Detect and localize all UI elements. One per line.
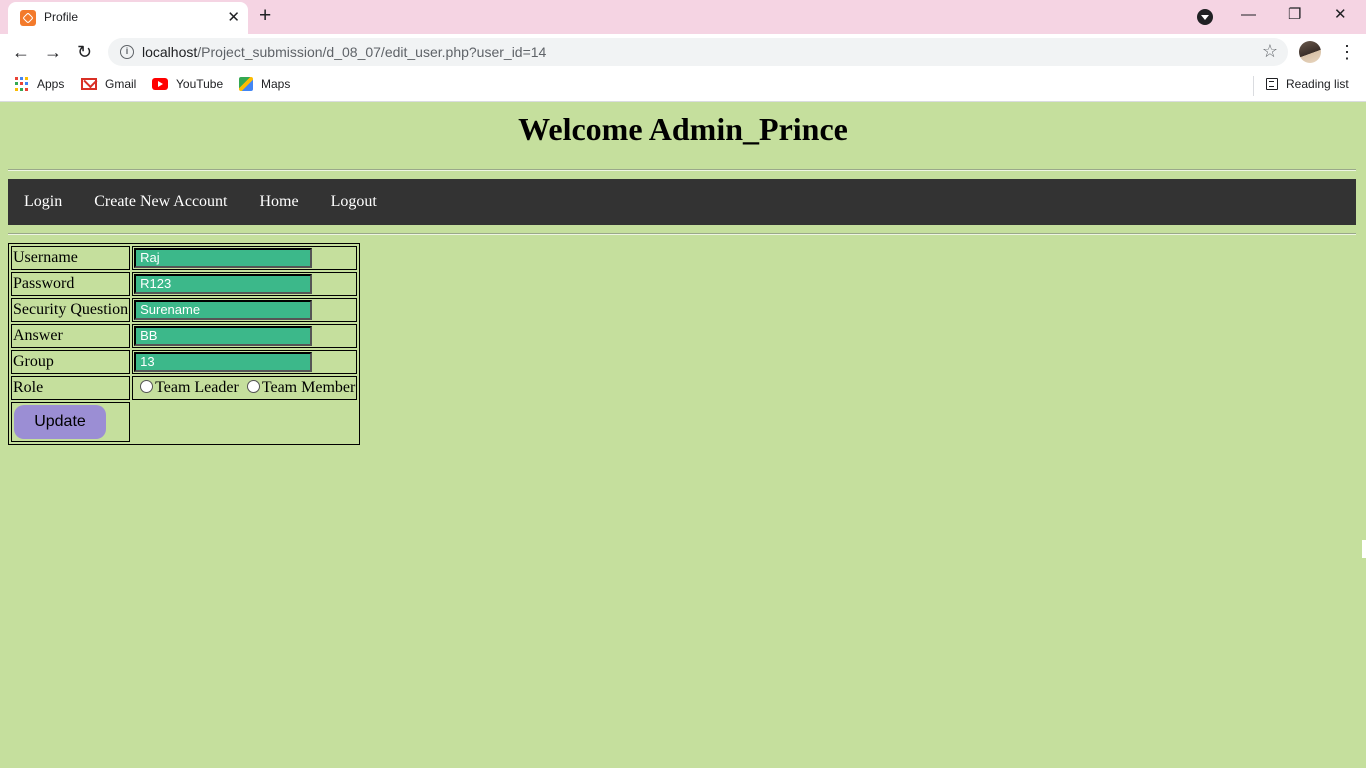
tab-strip: Profile ✕ + — ❐ ✕: [0, 0, 1366, 34]
update-button[interactable]: Update: [14, 405, 106, 439]
answer-label: Answer: [11, 324, 131, 348]
tab-title: Profile: [44, 10, 79, 24]
address-bar[interactable]: i localhost/Project_submission/d_08_07/e…: [108, 38, 1288, 66]
minimize-button[interactable]: —: [1241, 5, 1256, 25]
url-text[interactable]: localhost/Project_submission/d_08_07/edi…: [142, 44, 546, 60]
team-member-radio[interactable]: [246, 380, 260, 393]
bookmarks-bar: Apps Gmail YouTube Maps Reading list: [0, 70, 1366, 102]
team-leader-label: Team Leader: [155, 379, 239, 396]
bookmark-star-icon[interactable]: ☆: [1262, 41, 1278, 62]
browser-menu-icon[interactable]: ⋮: [1338, 40, 1356, 64]
team-member-label: Team Member: [261, 379, 356, 396]
username-label: Username: [11, 246, 131, 270]
youtube-icon: [152, 78, 168, 90]
top-divider: [8, 169, 1356, 171]
answer-input[interactable]: BB: [134, 326, 313, 346]
browser-tab[interactable]: Profile ✕: [8, 2, 248, 34]
team-leader-radio[interactable]: [140, 380, 154, 393]
security-question-input[interactable]: Surename: [134, 300, 313, 320]
nav-create-account[interactable]: Create New Account: [78, 179, 243, 225]
nav-home[interactable]: Home: [244, 179, 315, 225]
nav-login[interactable]: Login: [8, 179, 78, 225]
security-question-row: Security Question Surename: [11, 298, 358, 322]
forward-arrow-icon[interactable]: →: [44, 40, 62, 64]
password-row: Password R123: [11, 272, 358, 296]
maps-icon: [239, 77, 253, 91]
security-question-label: Security Question: [11, 298, 131, 322]
group-row: Group 13: [11, 350, 358, 374]
scrollbar-thumb[interactable]: [1362, 540, 1366, 558]
reload-icon[interactable]: ↻: [77, 40, 92, 64]
page-title: Welcome Admin_Prince: [518, 111, 848, 147]
back-arrow-icon[interactable]: ←: [12, 40, 30, 64]
bookmark-apps[interactable]: Apps: [15, 77, 64, 91]
tab-close-icon[interactable]: ✕: [227, 8, 240, 28]
submit-row: Update: [11, 402, 357, 442]
password-label: Password: [11, 272, 131, 296]
group-input[interactable]: 13: [134, 352, 313, 372]
profile-avatar[interactable]: [1299, 41, 1321, 63]
nav-logout[interactable]: Logout: [315, 179, 393, 225]
restore-button[interactable]: ❐: [1288, 5, 1301, 25]
site-info-icon[interactable]: i: [120, 45, 134, 59]
reading-list-icon: [1266, 78, 1278, 90]
tab-search-icon[interactable]: [1197, 9, 1213, 25]
answer-row: Answer BB: [11, 324, 358, 348]
bookmark-youtube[interactable]: YouTube: [152, 77, 223, 91]
bottom-divider: [8, 233, 1356, 235]
reading-list-button[interactable]: Reading list: [1266, 77, 1349, 91]
role-label: Role: [11, 376, 131, 400]
page-content: Welcome Admin_Prince Login Create New Ac…: [0, 103, 1366, 768]
browser-toolbar: ← → ↻ i localhost/Project_submission/d_0…: [0, 34, 1366, 70]
xampp-favicon-icon: [20, 10, 36, 26]
bookmark-maps[interactable]: Maps: [239, 77, 290, 91]
gmail-icon: [81, 78, 97, 90]
new-tab-button[interactable]: +: [259, 5, 271, 27]
bookmark-gmail[interactable]: Gmail: [81, 77, 136, 91]
group-label: Group: [11, 350, 131, 374]
username-input[interactable]: Raj: [134, 248, 313, 268]
edit-user-form: Username Raj Password R123 Security Ques…: [8, 243, 361, 445]
username-row: Username Raj: [11, 246, 358, 270]
bookmarks-divider: [1253, 76, 1254, 96]
close-window-button[interactable]: ✕: [1334, 5, 1347, 25]
password-input[interactable]: R123: [134, 274, 313, 294]
main-nav: Login Create New Account Home Logout: [8, 179, 1356, 225]
apps-grid-icon: [15, 77, 29, 91]
role-row: Role Team Leader Team Member: [11, 376, 358, 400]
